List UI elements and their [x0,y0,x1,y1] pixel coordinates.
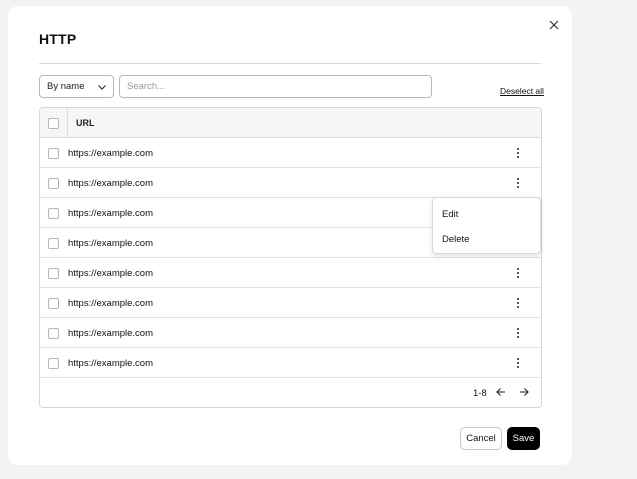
row-checkbox[interactable] [48,268,59,279]
row-checkbox[interactable] [48,358,59,369]
url-table: URL https://example.com https://example.… [39,107,542,408]
more-options-icon[interactable] [513,326,523,340]
pagination: 1-8 [40,377,541,407]
title-divider [39,63,541,64]
select-all-checkbox[interactable] [48,118,59,129]
row-checkbox[interactable] [48,328,59,339]
row-checkbox[interactable] [48,298,59,309]
table-row: https://example.com [40,288,541,318]
table-row: https://example.com [40,348,541,378]
filter-select[interactable]: By name [39,75,114,98]
more-options-icon[interactable] [513,356,523,370]
header-divider [67,108,68,138]
row-checkbox[interactable] [48,238,59,249]
more-options-icon[interactable] [513,146,523,160]
row-url: https://example.com [68,178,154,189]
deselect-all-link[interactable]: Deselect all [500,86,544,96]
table-row: https://example.com [40,318,541,348]
url-column-header: URL [76,118,95,128]
arrow-left-icon[interactable] [495,385,507,403]
filter-select-value: By name [47,81,85,92]
page-range: 1-8 [473,388,487,399]
row-url: https://example.com [68,298,154,309]
close-icon[interactable] [546,17,562,33]
table-row: https://example.com [40,138,541,168]
row-url: https://example.com [68,238,154,249]
more-options-icon[interactable] [513,176,523,190]
save-button[interactable]: Save [507,427,540,450]
cancel-button[interactable]: Cancel [460,427,502,450]
row-checkbox[interactable] [48,148,59,159]
row-checkbox[interactable] [48,178,59,189]
more-options-icon[interactable] [513,266,523,280]
more-options-icon[interactable] [513,296,523,310]
row-checkbox[interactable] [48,208,59,219]
dialog-title: HTTP [39,31,77,47]
row-url: https://example.com [68,148,154,159]
row-url: https://example.com [68,328,154,339]
row-url: https://example.com [68,208,154,219]
row-context-menu: Edit Delete [432,197,541,254]
chevron-down-icon [97,82,107,95]
table-row: https://example.com [40,168,541,198]
menu-item-delete[interactable]: Delete [442,234,469,245]
http-dialog: HTTP By name Deselect all URL https://ex… [8,6,572,465]
table-header: URL [40,108,541,138]
menu-item-edit[interactable]: Edit [442,209,458,220]
arrow-right-icon[interactable] [518,385,530,403]
table-row: https://example.com [40,258,541,288]
search-input[interactable] [119,75,432,98]
row-url: https://example.com [68,358,154,369]
row-url: https://example.com [68,268,154,279]
